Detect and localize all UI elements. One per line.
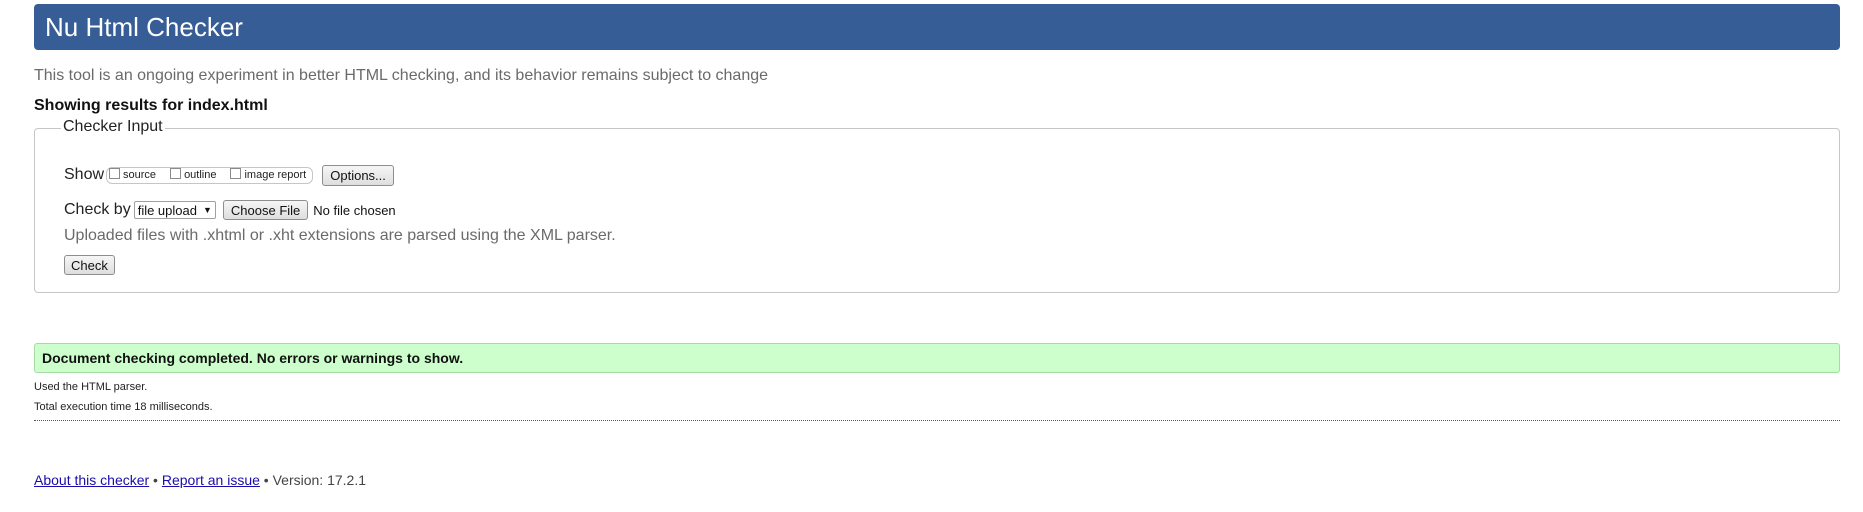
- outline-checkbox[interactable]: [170, 167, 182, 179]
- report-issue-link[interactable]: Report an issue: [162, 472, 260, 488]
- about-checker-link[interactable]: About this checker: [34, 472, 149, 488]
- choose-file-button[interactable]: Choose File: [222, 200, 309, 220]
- subtitle: This tool is an ongoing experiment in be…: [34, 67, 769, 84]
- show-options-group: source outline image report: [106, 166, 314, 184]
- image-report-checkbox[interactable]: [230, 167, 242, 179]
- page-title: Nu Html Checker: [45, 11, 243, 42]
- check-by-label: Check by: [64, 201, 131, 218]
- outline-checkbox-label: outline: [184, 169, 217, 181]
- page: Nu Html Checker This tool is an ongoing …: [0, 0, 1863, 512]
- show-label: Show: [64, 166, 105, 183]
- success-message: Document checking completed. No errors o…: [34, 343, 1840, 373]
- checker-input-legend: Checker Input: [61, 118, 165, 136]
- source-checkbox-label: source: [123, 169, 157, 181]
- show-outline-option[interactable]: outline: [170, 167, 217, 181]
- footer-separator: •: [259, 472, 273, 488]
- show-source-option[interactable]: source: [109, 167, 157, 181]
- checker-input-fieldset: Checker Input Show source outline image …: [34, 118, 1840, 293]
- footer: About this checker • Report an issue • V…: [34, 472, 366, 488]
- dropdown-arrow-icon: ▼: [202, 205, 212, 215]
- parser-used-note: Used the HTML parser.: [34, 381, 148, 393]
- show-row: Show source outline image report Options…: [64, 164, 394, 186]
- header-bar: Nu Html Checker: [34, 4, 1840, 50]
- divider: [34, 420, 1840, 421]
- execution-time-note: Total execution time 18 milliseconds.: [34, 401, 213, 413]
- showing-results-heading: Showing results for index.html: [34, 97, 268, 114]
- xml-parser-note: Uploaded files with .xhtml or .xht exten…: [64, 227, 616, 244]
- source-checkbox[interactable]: [109, 167, 121, 179]
- no-file-chosen-text: No file chosen: [313, 202, 396, 218]
- options-button[interactable]: Options...: [322, 164, 394, 186]
- check-button[interactable]: Check: [64, 255, 115, 275]
- version-text: Version: 17.2.1: [272, 472, 367, 488]
- image-report-checkbox-label: image report: [244, 169, 307, 181]
- check-by-row: Check by file upload ▼ Choose File No fi…: [64, 200, 396, 220]
- show-image-report-option[interactable]: image report: [230, 167, 307, 181]
- check-by-selected-value: file upload: [137, 202, 197, 218]
- footer-separator: •: [149, 472, 162, 488]
- check-by-select[interactable]: file upload ▼: [133, 201, 216, 219]
